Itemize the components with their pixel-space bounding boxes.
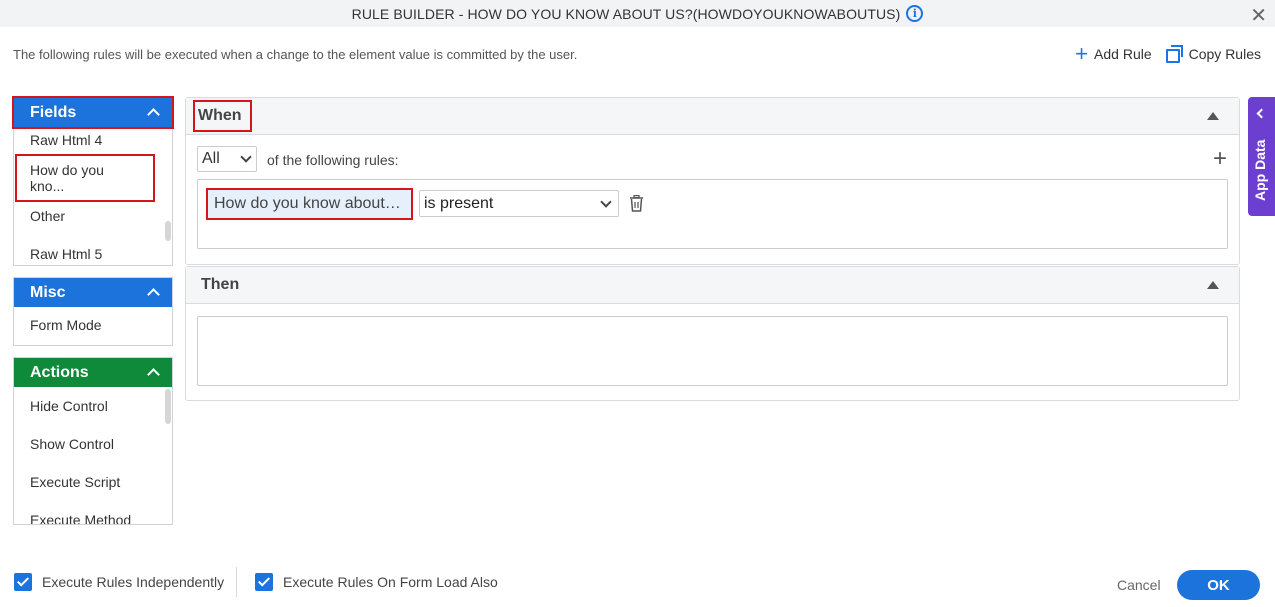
field-item[interactable]: Raw Html 4 [14,121,172,159]
execute-on-load-label: Execute Rules On Form Load Also [283,574,498,590]
field-item-label: How do you kno... [15,154,155,202]
misc-item[interactable]: Form Mode [14,307,172,343]
when-title: When [193,100,252,132]
checkbox-checked-icon [14,573,32,591]
field-item[interactable]: Other [14,197,172,235]
actions-panel-header[interactable]: Actions [14,358,172,387]
fields-scrollbar[interactable] [165,221,171,241]
conditions-box: How do you know about… is present [197,179,1228,249]
copy-rules-label: Copy Rules [1188,45,1261,62]
checkbox-checked-icon [255,573,273,591]
field-item[interactable]: Raw Html 5 [14,235,172,259]
add-rule-button[interactable]: + Add Rule [1075,40,1152,66]
field-item-selected[interactable]: How do you kno... [14,154,172,202]
execute-independently-checkbox[interactable]: Execute Rules Independently [14,573,224,591]
chevron-down-icon [600,195,612,208]
action-item[interactable]: Execute Method [14,501,172,524]
dialog-titlebar: RULE BUILDER - HOW DO YOU KNOW ABOUT US?… [0,0,1275,27]
execute-independently-label: Execute Rules Independently [42,574,225,590]
footer-divider [236,567,237,597]
cancel-button[interactable]: Cancel [1117,577,1161,593]
collapse-triangle-icon[interactable] [1207,112,1219,120]
then-section: Then [185,266,1240,401]
condition-field[interactable]: How do you know about… [206,188,413,220]
rules-label: of the following rules: [267,152,399,168]
chevron-down-icon [240,151,252,163]
close-icon[interactable]: ✕ [1250,3,1267,28]
misc-panel: Misc Form Mode [13,277,173,346]
fields-panel: Fields Raw Html 4 How do you kno... Othe… [12,96,174,266]
misc-panel-title: Misc [30,283,66,301]
action-item[interactable]: Show Control [14,425,172,463]
condition-operator-select[interactable]: is present [419,190,619,217]
collapse-triangle-icon[interactable] [1207,281,1219,289]
then-section-header: Then [186,267,1239,304]
chevron-up-icon[interactable] [147,288,160,301]
add-rule-label: Add Rule [1094,45,1152,62]
actions-drop-box[interactable] [197,316,1228,386]
when-section: When All of the following rules: + How d… [185,97,1240,265]
chevron-left-icon [1256,108,1267,119]
copy-rules-button[interactable]: Copy Rules [1165,45,1261,63]
match-select[interactable]: All [197,146,257,172]
ok-button[interactable]: OK [1177,570,1260,600]
app-data-label: App Data [1252,139,1268,201]
actions-scrollbar[interactable] [165,389,171,424]
when-section-header: When [186,98,1239,135]
actions-panel-title: Actions [30,363,89,381]
info-icon[interactable]: i [906,5,924,22]
chevron-up-icon[interactable] [147,108,160,121]
action-item[interactable]: Execute Script [14,463,172,501]
match-select-value: All [202,150,220,167]
copy-icon [1165,45,1183,63]
top-actions: + Add Rule Copy Rules [1075,40,1261,66]
action-item[interactable]: Hide Control [14,387,172,425]
operator-value: is present [424,194,494,212]
add-condition-icon[interactable]: + [1213,147,1227,171]
fields-panel-title: Fields [30,103,77,121]
execute-on-load-checkbox[interactable]: Execute Rules On Form Load Also [255,573,498,591]
plus-icon: + [1075,40,1089,66]
actions-panel: Actions Hide Control Show Control Execut… [13,357,173,525]
dialog-subtitle: The following rules will be executed whe… [13,47,578,62]
then-title: Then [201,276,240,293]
misc-panel-header[interactable]: Misc [14,278,172,307]
chevron-up-icon[interactable] [147,368,160,381]
trash-icon[interactable] [630,195,643,212]
dialog-title: RULE BUILDER - HOW DO YOU KNOW ABOUT US?… [351,5,901,22]
app-data-tab[interactable]: App Data [1248,97,1275,216]
